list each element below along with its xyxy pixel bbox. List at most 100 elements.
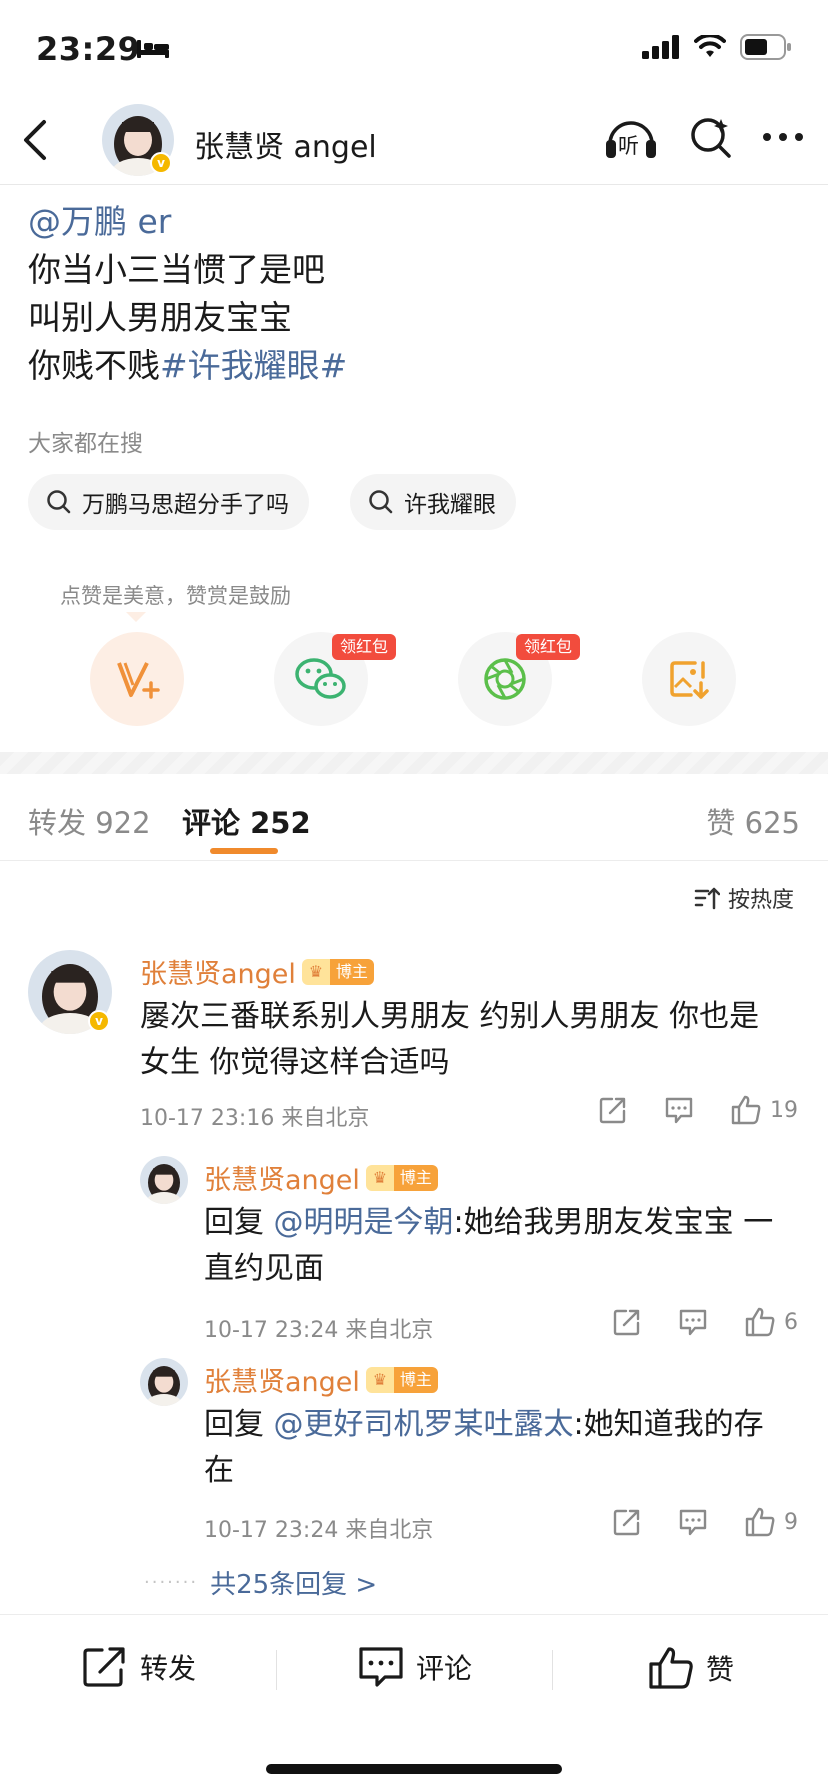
reply-content: :她知道我的存 (573, 1407, 764, 1442)
reply-name[interactable]: 张慧贤angel ♛ 博主 (204, 1360, 438, 1399)
more-options-icon[interactable] (762, 132, 804, 142)
thumbs-up-icon (731, 1095, 761, 1125)
bottom-like-label: 赞 (706, 1653, 735, 1686)
crown-icon: ♛ (365, 1164, 394, 1191)
crown-icon: ♛ (365, 1366, 394, 1393)
more-replies-label: 共25条回复 > (210, 1570, 378, 1600)
section-divider (0, 752, 828, 774)
sort-label: 按热度 (727, 888, 794, 913)
listen-label: 听 (618, 134, 639, 158)
cellular-signal-icon (642, 35, 679, 59)
header-actions: 听 (604, 114, 804, 160)
red-packet-tag: 领红包 (516, 634, 581, 660)
host-badge-label: 博主 (393, 1366, 438, 1393)
save-image-button[interactable] (642, 632, 736, 726)
dotted-connector: ······· (144, 1572, 199, 1593)
bottom-comment-label: 评论 (416, 1652, 473, 1685)
sort-toggle[interactable]: 按热度 (694, 882, 794, 914)
repost-icon (83, 1647, 125, 1687)
commenter-name[interactable]: 张慧贤angel ♛ 博主 (140, 952, 374, 991)
tab-repost[interactable]: 转发 922 (28, 800, 151, 842)
home-indicator (266, 1764, 562, 1774)
tabs-divider (0, 860, 828, 861)
tab-comment[interactable]: 评论 252 (182, 800, 311, 842)
image-download-icon (670, 661, 709, 699)
back-button[interactable] (20, 118, 50, 162)
reply-icon[interactable] (678, 1507, 708, 1537)
sort-icon (694, 887, 720, 910)
reward-v-icon (117, 662, 160, 699)
thumbs-up-icon (745, 1307, 775, 1337)
bottom-bar-separator (552, 1650, 553, 1690)
verified-badge-icon: v (150, 152, 172, 174)
status-time: 23:29 (36, 30, 141, 68)
like-count: 6 (784, 1309, 798, 1335)
share-icon[interactable] (612, 1507, 642, 1537)
listen-button[interactable]: 听 (604, 114, 658, 160)
reply-mention[interactable]: @明明是今朝 (274, 1205, 454, 1240)
more-replies-link[interactable]: ······· 共25条回复 > (144, 1564, 377, 1601)
comment-actions: 19 (598, 1094, 798, 1126)
search-chip[interactable]: 万鹏马思超分手了吗 (28, 474, 309, 530)
status-indicators (642, 34, 792, 60)
bottom-bar-separator (276, 1650, 277, 1690)
host-badge-label: 博主 (393, 1164, 438, 1191)
thumbs-up-icon (649, 1647, 693, 1689)
crown-icon: ♛ (301, 958, 330, 985)
like-button[interactable]: 19 (730, 1094, 798, 1126)
reply-name[interactable]: 张慧贤angel ♛ 博主 (204, 1158, 438, 1197)
thumbs-up-icon (745, 1507, 775, 1537)
post-hashtag[interactable]: #许我耀眼# (160, 346, 347, 385)
search-chip[interactable]: 许我耀眼 (350, 474, 516, 530)
reply-icon[interactable] (678, 1307, 708, 1337)
comment-text: 屡次三番联系别人男朋友 约别人男朋友 你也是 女生 你觉得这样合适吗 (140, 994, 759, 1086)
reply-content: 直约见面 (204, 1251, 324, 1286)
post-body: @万鹏 er 你当小三当惯了是吧 叫别人男朋友宝宝 你贱不贱#许我耀眼# (28, 198, 347, 390)
host-badge: ♛ 博主 (301, 958, 374, 985)
bottom-comment-button[interactable]: 评论 (358, 1646, 472, 1688)
reply-meta: 10-17 23:24 来自北京 (204, 1518, 434, 1543)
reply-text: 回复 @更好司机罗某吐露太:她知道我的存 在 (204, 1402, 764, 1494)
comment-line: 女生 你觉得这样合适吗 (140, 1045, 450, 1080)
reply-avatar[interactable] (140, 1156, 188, 1204)
reply-content: 在 (204, 1453, 234, 1488)
search-icon (47, 490, 71, 514)
comment-line: 屡次三番联系别人男朋友 约别人男朋友 你也是 (140, 999, 760, 1034)
battery-icon (740, 34, 791, 60)
search-chip-label: 许我耀眼 (404, 492, 496, 518)
bottom-repost-label: 转发 (140, 1652, 197, 1685)
reply-avatar[interactable] (140, 1358, 188, 1406)
post-line: 你当小三当惯了是吧 (28, 250, 325, 289)
search-icon[interactable] (688, 115, 732, 159)
reward-tip: 点赞是美意，赞赏是鼓励 (60, 584, 291, 608)
reply-prefix: 回复 (204, 1205, 274, 1240)
commenter-name-label: 张慧贤angel (140, 959, 296, 990)
active-tab-indicator (210, 848, 278, 854)
red-packet-tag: 领红包 (332, 634, 397, 660)
host-badge-label: 博主 (329, 958, 374, 985)
like-button[interactable]: 9 (744, 1506, 798, 1538)
share-icon[interactable] (598, 1095, 628, 1125)
tab-like[interactable]: 赞 625 (706, 800, 800, 842)
reply-content: :她给我男朋友发宝宝 一 (453, 1205, 774, 1240)
bottom-like-button[interactable]: 赞 (648, 1646, 734, 1690)
reply-actions: 9 (612, 1506, 798, 1538)
share-icon[interactable] (612, 1307, 642, 1337)
host-badge: ♛ 博主 (365, 1366, 438, 1393)
bottom-repost-button[interactable]: 转发 (82, 1646, 196, 1688)
reply-text: 回复 @明明是今朝:她给我男朋友发宝宝 一 直约见面 (204, 1200, 773, 1292)
like-count: 9 (784, 1509, 798, 1535)
wifi-icon (694, 35, 726, 57)
reply-mention[interactable]: @更好司机罗某吐露太 (274, 1407, 574, 1442)
reward-button[interactable] (90, 632, 184, 726)
reply-icon[interactable] (664, 1095, 694, 1125)
post-mention[interactable]: @万鹏 er (28, 202, 171, 241)
post-line: 叫别人男朋友宝宝 (28, 298, 292, 337)
sleep-focus-icon (137, 40, 169, 58)
like-count: 19 (770, 1097, 798, 1123)
like-button[interactable]: 6 (744, 1306, 798, 1338)
author-name[interactable]: 张慧贤 angel (194, 122, 377, 166)
reward-tip-pointer (126, 612, 146, 622)
reply-name-label: 张慧贤angel (204, 1165, 360, 1196)
comment-icon (359, 1647, 403, 1687)
